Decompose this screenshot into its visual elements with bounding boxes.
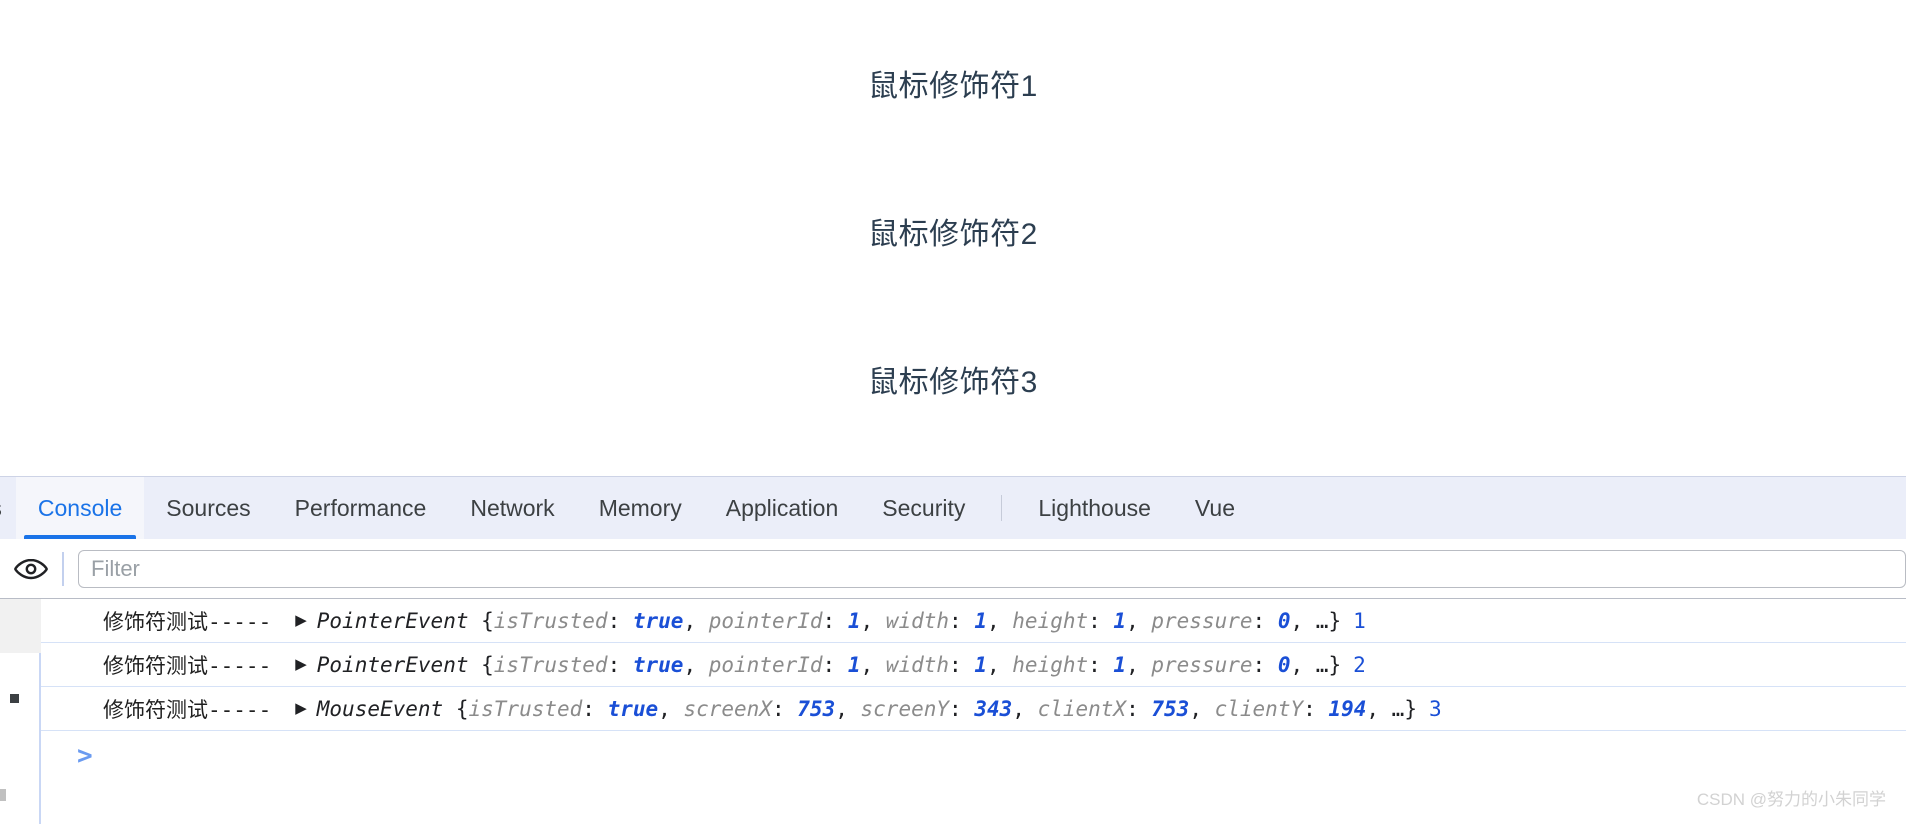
tab-memory-label: Memory xyxy=(598,494,682,521)
sidebar-scroll-thumb[interactable] xyxy=(0,599,41,653)
prop-key: screenY xyxy=(860,696,950,721)
prop-key: pointerId xyxy=(708,652,823,677)
prop-key: height xyxy=(1012,608,1089,633)
devtools-panel: ts Console Sources Performance Network M… xyxy=(0,476,1906,824)
tab-lighthouse-label: Lighthouse xyxy=(1038,494,1151,521)
tab-vue-label: Vue xyxy=(1194,494,1235,521)
log-label: 修饰符测试----- xyxy=(103,653,272,678)
prop-value: true xyxy=(607,696,659,721)
filter-input[interactable] xyxy=(78,549,1906,588)
prop-value: 194 xyxy=(1328,696,1367,721)
tab-performance[interactable]: Performance xyxy=(273,477,449,539)
console-message-row[interactable]: 修饰符测试----- ▶ PointerEvent {isTrusted: tr… xyxy=(41,599,1906,643)
tab-security[interactable]: Security xyxy=(860,477,987,539)
disclosure-triangle-icon[interactable]: ▶ xyxy=(295,657,307,672)
tabbar-divider xyxy=(1001,495,1003,521)
object-constructor: MouseEvent xyxy=(316,696,444,721)
tab-application[interactable]: Application xyxy=(704,477,861,539)
toolbar-divider xyxy=(62,551,64,586)
prop-key: clientX xyxy=(1037,696,1127,721)
prop-key: pressure xyxy=(1151,652,1253,677)
prop-key: height xyxy=(1012,652,1089,677)
console-body: 修饰符测试----- ▶ PointerEvent {isTrusted: tr… xyxy=(0,599,1906,824)
devtools-tabbar: ts Console Sources Performance Network M… xyxy=(0,477,1906,539)
log-object-preview: PointerEvent {isTrusted: true, pointerId… xyxy=(316,608,1342,633)
tab-elements-label: ts xyxy=(0,495,2,522)
tab-sources-label: Sources xyxy=(166,494,251,521)
log-trailing-value: 2 xyxy=(1353,652,1366,677)
prop-key: isTrusted xyxy=(493,608,608,633)
prop-value: 0 xyxy=(1277,608,1291,633)
object-constructor: PointerEvent xyxy=(316,608,469,633)
prop-key: width xyxy=(885,608,950,633)
tab-console-label: Console xyxy=(37,494,123,521)
prop-key: pressure xyxy=(1151,608,1253,633)
page-text-line-2: 鼠标修饰符2 xyxy=(868,218,1038,251)
console-message-row[interactable]: 修饰符测试----- ▶ MouseEvent {isTrusted: true… xyxy=(41,687,1906,731)
preview-ellipsis: … xyxy=(1315,652,1329,677)
watermark: CSDN @努力的小朱同学 xyxy=(1696,790,1886,809)
prop-key: pointerId xyxy=(708,608,823,633)
sidebar-marker-secondary xyxy=(0,789,6,801)
preview-ellipsis: … xyxy=(1391,696,1405,721)
tab-sources[interactable]: Sources xyxy=(144,477,272,539)
eye-icon[interactable] xyxy=(8,546,54,592)
prop-value: true xyxy=(632,652,684,677)
console-message-row[interactable]: 修饰符测试----- ▶ PointerEvent {isTrusted: tr… xyxy=(41,643,1906,687)
tab-elements[interactable]: ts xyxy=(0,477,16,539)
disclosure-triangle-icon[interactable]: ▶ xyxy=(295,613,307,628)
prop-value: 1 xyxy=(1113,652,1127,677)
console-toolbar xyxy=(0,539,1906,599)
tab-application-label: Application xyxy=(725,494,839,521)
page-text-line-1: 鼠标修饰符1 xyxy=(868,70,1038,103)
prop-value: 1 xyxy=(847,652,861,677)
prop-key: clientY xyxy=(1214,696,1304,721)
prop-value: 1 xyxy=(974,652,987,677)
tab-console[interactable]: Console xyxy=(15,477,145,539)
log-object-preview: PointerEvent {isTrusted: true, pointerId… xyxy=(316,652,1342,677)
tab-memory[interactable]: Memory xyxy=(577,477,704,539)
prop-value: 753 xyxy=(1151,696,1190,721)
log-object-preview: MouseEvent {isTrusted: true, screenX: 75… xyxy=(316,696,1417,721)
prop-value: 1 xyxy=(974,608,987,633)
prop-value: 0 xyxy=(1277,652,1291,677)
prop-key: isTrusted xyxy=(468,696,583,721)
tab-security-label: Security xyxy=(882,494,966,521)
page-content: 鼠标修饰符1 鼠标修饰符2 鼠标修饰符3 xyxy=(0,0,1906,476)
console-prompt-row[interactable]: > xyxy=(41,731,1906,781)
prop-value: 343 xyxy=(974,696,1013,721)
prop-value: true xyxy=(632,608,684,633)
preview-ellipsis: … xyxy=(1315,608,1329,633)
browser-window: 鼠标修饰符1 鼠标修饰符2 鼠标修饰符3 ts Console Sources … xyxy=(0,0,1906,824)
prop-value: 753 xyxy=(797,696,836,721)
log-label: 修饰符测试----- xyxy=(103,609,272,634)
prop-value: 1 xyxy=(1113,608,1127,633)
chevron-right-icon: > xyxy=(77,741,93,771)
log-trailing-value: 3 xyxy=(1428,696,1442,721)
tab-network[interactable]: Network xyxy=(448,477,576,539)
console-sidebar[interactable] xyxy=(0,599,41,824)
object-constructor: PointerEvent xyxy=(316,652,469,677)
disclosure-triangle-icon[interactable]: ▶ xyxy=(295,701,307,716)
page-text-line-3: 鼠标修饰符3 xyxy=(868,366,1038,399)
prop-value: 1 xyxy=(847,608,861,633)
prop-key: screenX xyxy=(683,696,772,721)
log-trailing-value: 1 xyxy=(1353,608,1366,633)
prop-key: width xyxy=(885,652,950,677)
console-message-list: 修饰符测试----- ▶ PointerEvent {isTrusted: tr… xyxy=(41,599,1906,824)
tab-lighthouse[interactable]: Lighthouse xyxy=(1016,477,1173,539)
tab-performance-label: Performance xyxy=(294,494,427,521)
sidebar-marker xyxy=(10,694,19,703)
log-label: 修饰符测试----- xyxy=(103,697,272,722)
tab-vue[interactable]: Vue xyxy=(1173,477,1257,539)
prop-key: isTrusted xyxy=(493,652,608,677)
tab-network-label: Network xyxy=(470,494,555,521)
